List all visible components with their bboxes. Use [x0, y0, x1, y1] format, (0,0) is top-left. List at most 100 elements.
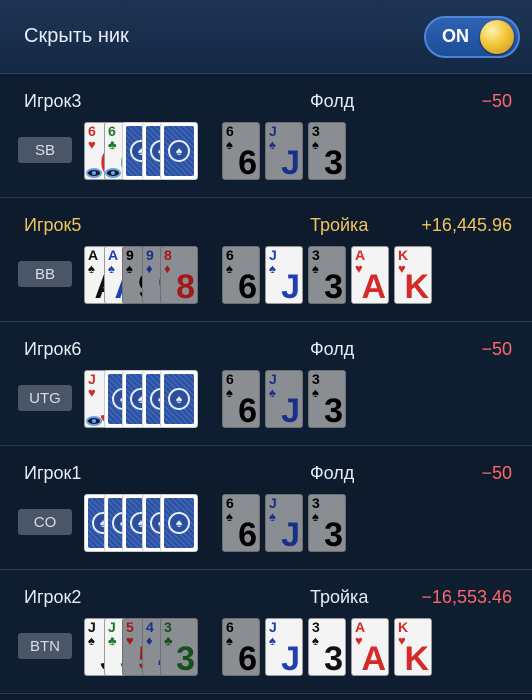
- playing-card: A ♥ A: [351, 618, 389, 676]
- card-rank-large: 3: [176, 640, 195, 676]
- card-rank-large: J: [281, 516, 300, 552]
- card-rank: J: [108, 619, 116, 635]
- playing-card: 8 ♦ 8: [160, 246, 198, 304]
- card-rank-large: 3: [324, 516, 343, 552]
- card-rank: 3: [312, 247, 320, 263]
- card-rank-large: 3: [324, 144, 343, 180]
- playing-card: 3 ♠ 3: [308, 246, 346, 304]
- card-rank: A: [355, 247, 366, 263]
- card-back: ♠: [160, 494, 198, 552]
- player-row: Игрок5Тройка+16,445.96BBA♠AA♠A9♠99♦98♦86…: [0, 198, 532, 322]
- card-back: ♠: [160, 370, 198, 428]
- chip-result: −50: [481, 463, 512, 483]
- card-back-emblem-icon: ♠: [168, 388, 190, 410]
- card-suit-icon: ♦: [146, 633, 153, 648]
- card-rank: 6: [108, 123, 116, 139]
- card-suit-icon: ♠: [88, 633, 95, 648]
- playing-card: 6 ♠ 6: [222, 618, 260, 676]
- playing-card: 6 ♠ 6: [222, 246, 260, 304]
- card-rank: 5: [126, 619, 134, 635]
- chip-result: −50: [481, 91, 512, 111]
- card-rank: 6: [226, 123, 234, 139]
- card-suit-icon: ♥: [126, 633, 134, 648]
- card-rank-large: 6: [238, 516, 257, 552]
- position-badge: BTN: [18, 633, 72, 659]
- playing-card: 6 ♠ 6: [222, 122, 260, 180]
- player-results-list: Игрок3Фолд−50SB6♥66♣6♠♠♠6♠6J♠J3♠3Игрок5Т…: [0, 74, 532, 694]
- card-rank: 6: [226, 495, 234, 511]
- card-rank: 6: [226, 247, 234, 263]
- playing-card: J♠J: [265, 246, 303, 304]
- card-rank-large: 6: [238, 268, 257, 304]
- card-suit-icon: ♣: [164, 633, 173, 648]
- card-suit-icon: ♠: [269, 261, 276, 276]
- card-suit-icon: ♠: [269, 509, 276, 524]
- player-row: Игрок1Фолд−50CO♠♠♠♠♠6♠6J♠J3♠3: [0, 446, 532, 570]
- hide-nickname-toggle[interactable]: ON: [424, 15, 520, 58]
- card-rank-large: 3: [324, 392, 343, 428]
- playing-card: J♠J: [265, 122, 303, 180]
- card-rank: J: [269, 495, 277, 511]
- player-name: Игрок1: [24, 463, 82, 483]
- card-rank-large: K: [404, 640, 429, 676]
- shown-card-eye-icon: [105, 168, 121, 178]
- card-suit-icon: ♠: [269, 385, 276, 400]
- player-name: Игрок6: [24, 339, 82, 359]
- playing-card: 3 ♠ 3: [308, 370, 346, 428]
- card-suit-icon: ♠: [226, 137, 233, 152]
- card-suit-icon: ♠: [312, 509, 319, 524]
- chip-result: −50: [481, 339, 512, 359]
- card-rank-large: 6: [238, 640, 257, 676]
- position-badge: SB: [18, 137, 72, 163]
- shown-card-eye-icon: [86, 168, 102, 178]
- playing-card: A ♥ A: [351, 246, 389, 304]
- card-rank: J: [269, 619, 277, 635]
- hide-nickname-header: Скрыть ник ON: [0, 0, 532, 74]
- card-rank: J: [88, 371, 96, 387]
- shown-card-eye-icon: [86, 416, 102, 426]
- player-name: Игрок5: [24, 215, 82, 235]
- card-rank-large: J: [281, 268, 300, 304]
- card-suit-icon: ♠: [312, 137, 319, 152]
- card-rank: 3: [312, 619, 320, 635]
- card-rank: 6: [226, 619, 234, 635]
- card-suit-icon: ♠: [312, 633, 319, 648]
- hide-nickname-label: Скрыть ник: [24, 25, 129, 47]
- chip-result: +16,445.96: [421, 215, 512, 235]
- card-suit-icon: ♣: [108, 137, 117, 152]
- playing-card: 6 ♠ 6: [222, 494, 260, 552]
- card-back-emblem-icon: ♠: [168, 140, 190, 162]
- card-rank-large: 3: [324, 640, 343, 676]
- card-rank: 3: [312, 371, 320, 387]
- card-rank-large: 3: [324, 268, 343, 304]
- card-suit-icon: ♠: [269, 137, 276, 152]
- card-rank-large: J: [281, 144, 300, 180]
- position-badge: BB: [18, 261, 72, 287]
- card-rank: 3: [164, 619, 172, 635]
- card-rank: 9: [146, 247, 154, 263]
- card-rank: A: [108, 247, 119, 263]
- card-suit-icon: ♥: [88, 137, 96, 152]
- player-row: Игрок3Фолд−50SB6♥66♣6♠♠♠6♠6J♠J3♠3: [0, 74, 532, 198]
- card-rank: K: [398, 247, 409, 263]
- card-rank: 9: [126, 247, 134, 263]
- toggle-state-label: ON: [442, 26, 469, 46]
- card-rank: A: [355, 619, 366, 635]
- playing-card: J♠J: [265, 618, 303, 676]
- card-rank: 8: [164, 247, 172, 263]
- playing-card: K ♥ K: [394, 246, 432, 304]
- card-suit-icon: ♠: [312, 261, 319, 276]
- card-back-emblem-icon: ♠: [168, 512, 190, 534]
- playing-card: 3 ♠ 3: [308, 122, 346, 180]
- card-rank: 6: [226, 371, 234, 387]
- card-rank: J: [88, 619, 96, 635]
- position-badge: UTG: [18, 385, 72, 411]
- card-rank: 6: [88, 123, 96, 139]
- player-name: Игрок2: [24, 587, 82, 607]
- toggle-knob[interactable]: [480, 19, 514, 54]
- card-rank: 3: [312, 495, 320, 511]
- playing-card: 3 ♠ 3: [308, 618, 346, 676]
- card-suit-icon: ♦: [146, 261, 153, 276]
- card-suit-icon: ♠: [269, 633, 276, 648]
- card-suit-icon: ♠: [226, 509, 233, 524]
